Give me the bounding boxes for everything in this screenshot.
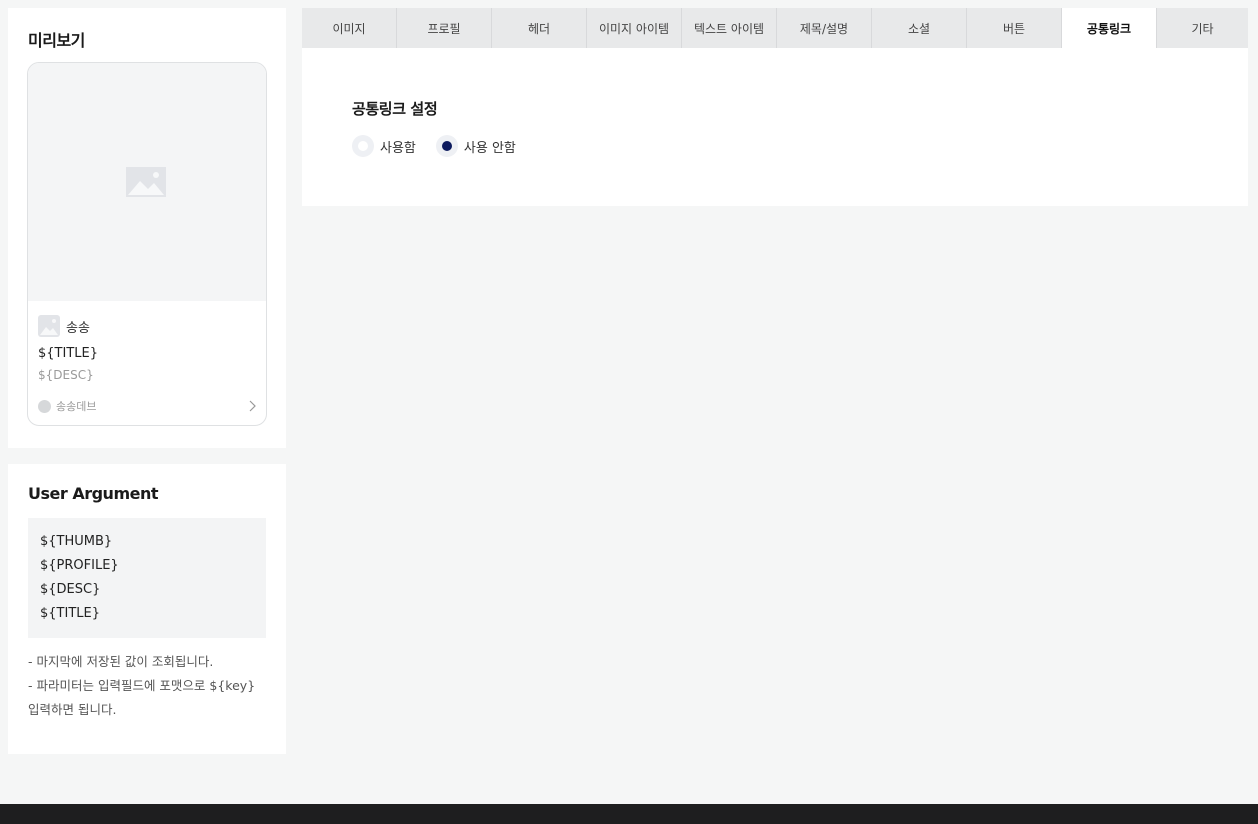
radio-option-not-use[interactable]: 사용 안함 <box>435 135 516 157</box>
tab-common-link[interactable]: 공통링크 <box>1062 8 1157 48</box>
tab-etc[interactable]: 기타 <box>1157 8 1248 48</box>
note-line: - 마지막에 저장된 값이 조회됩니다. <box>28 654 214 669</box>
argument-item: ${PROFILE} <box>40 558 119 573</box>
tab-social[interactable]: 소셜 <box>872 8 967 48</box>
tab-header[interactable]: 헤더 <box>492 8 587 48</box>
tab-button[interactable]: 버튼 <box>967 8 1062 48</box>
note-line: - 파라미터는 입력필드에 포맷으로 ${key} <box>28 678 256 693</box>
common-link-radio-group: 사용함 사용 안함 <box>352 135 536 157</box>
radio-option-use[interactable]: 사용함 <box>352 135 416 157</box>
preview-panel: 미리보기 송송 ${TITLE} ${DESC} 송송데브 <box>8 8 286 448</box>
page-footer <box>0 804 1258 824</box>
section-title: 공통링크 설정 <box>352 100 438 118</box>
card-footer[interactable]: 송송데브 <box>38 398 256 414</box>
note-line: 입력하면 됩니다. <box>28 702 117 717</box>
card-title: ${TITLE} <box>38 346 98 361</box>
settings-tabs: 이미지 프로필 헤더 이미지 아이템 텍스트 아이템 제목/설명 소셜 버튼 공… <box>302 8 1248 48</box>
channel-badge-icon <box>38 399 51 413</box>
tab-image-item[interactable]: 이미지 아이템 <box>587 8 682 48</box>
radio-label: 사용 안함 <box>463 140 516 156</box>
radio-label: 사용함 <box>380 140 416 156</box>
radio-button-not-use[interactable] <box>435 135 458 157</box>
argument-item: ${DESC} <box>40 582 101 597</box>
chevron-right-icon[interactable] <box>248 400 256 412</box>
card-description: ${DESC} <box>38 368 94 382</box>
card-thumbnail <box>28 63 266 301</box>
common-link-settings: 공통링크 설정 사용함 사용 안함 <box>302 48 1248 206</box>
tab-image[interactable]: 이미지 <box>302 8 397 48</box>
user-argument-title: User Argument <box>28 484 159 503</box>
argument-item: ${THUMB} <box>40 534 113 549</box>
user-argument-panel: User Argument ${THUMB} ${PROFILE} ${DESC… <box>8 464 286 754</box>
argument-list: ${THUMB} ${PROFILE} ${DESC} ${TITLE} <box>28 518 266 638</box>
tab-profile[interactable]: 프로필 <box>397 8 492 48</box>
tab-text-item[interactable]: 텍스트 아이템 <box>682 8 777 48</box>
image-placeholder-icon <box>126 167 166 197</box>
preview-card[interactable]: 송송 ${TITLE} ${DESC} 송송데브 <box>27 62 267 426</box>
preview-title: 미리보기 <box>28 31 85 50</box>
profile-name: 송송 <box>66 320 90 336</box>
tab-title-description[interactable]: 제목/설명 <box>777 8 872 48</box>
card-profile: 송송 <box>38 315 90 337</box>
argument-notes: - 마지막에 저장된 값이 조회됩니다. - 파라미터는 입력필드에 포맷으로 … <box>28 650 273 722</box>
profile-image-icon <box>38 315 60 337</box>
radio-button-use[interactable] <box>352 135 374 157</box>
channel-name: 송송데브 <box>56 400 97 413</box>
argument-item: ${TITLE} <box>40 606 100 621</box>
